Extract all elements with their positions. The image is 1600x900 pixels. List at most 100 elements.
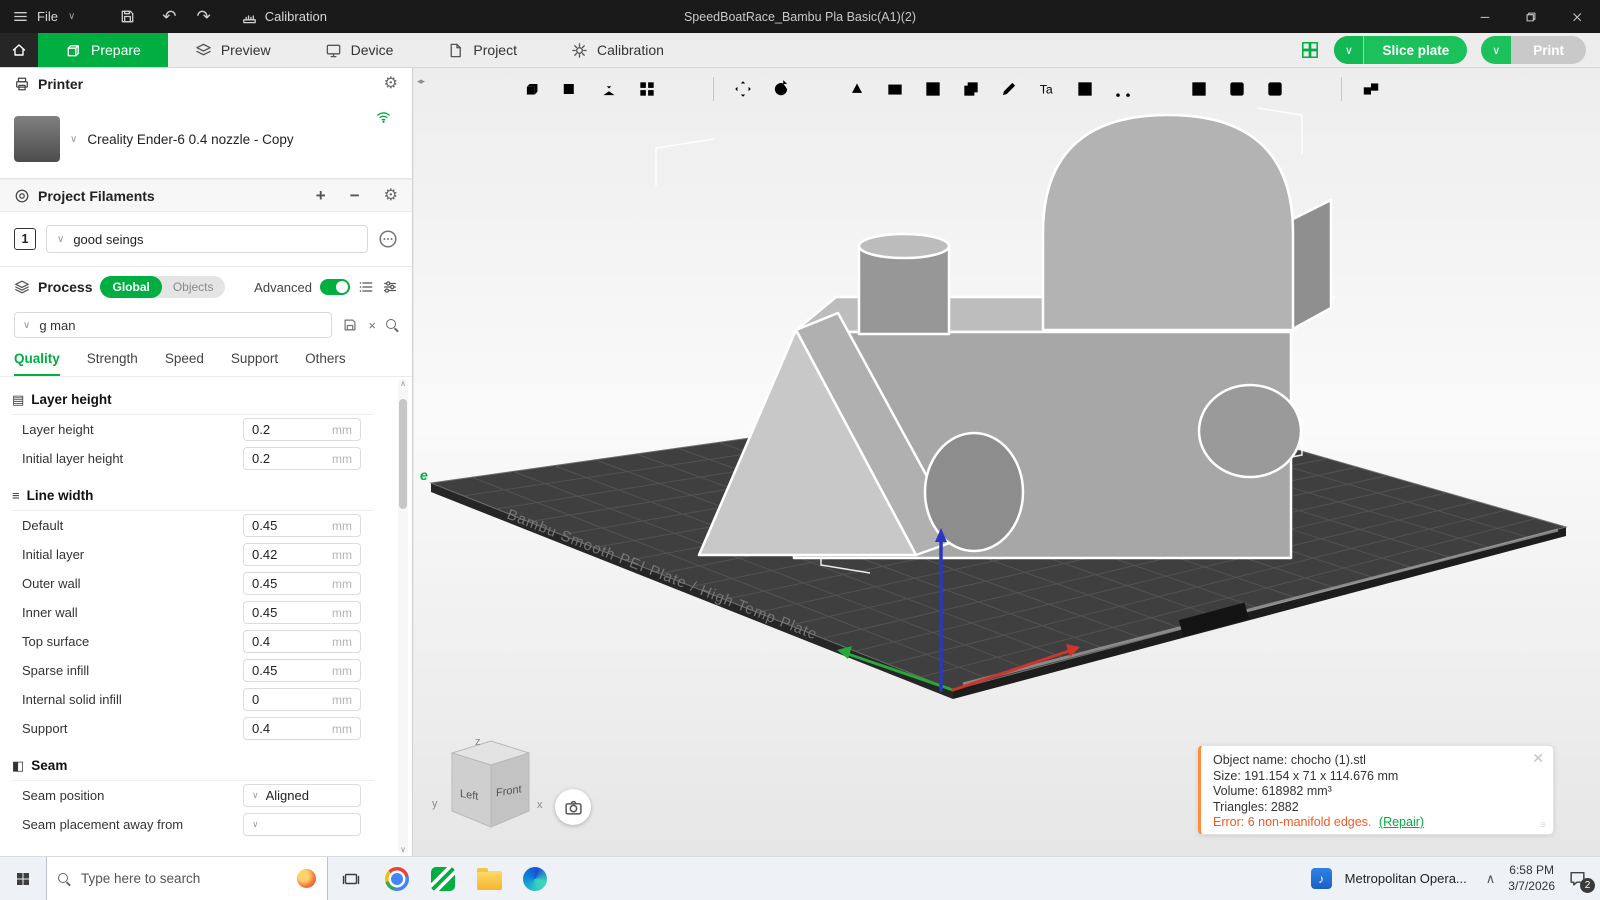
file-menu[interactable]: File	[37, 9, 58, 24]
taskbar-file-explorer[interactable]	[466, 857, 512, 900]
scale-tool-icon[interactable]	[804, 74, 833, 103]
menu-icon[interactable]	[12, 8, 29, 25]
close-button[interactable]	[1554, 0, 1600, 33]
save-preset-icon[interactable]	[342, 317, 358, 333]
rotate-tool-icon[interactable]	[766, 74, 795, 103]
minimize-button[interactable]	[1462, 0, 1508, 33]
3d-scene[interactable]: Bambu Smooth PEI Plate / High Temp Plate…	[414, 68, 1600, 856]
tune-icon[interactable]	[382, 279, 398, 295]
slice-plate-button[interactable]: ∨ Slice plate	[1334, 36, 1467, 64]
setting-input-default[interactable]: 0.45mm	[243, 514, 361, 537]
cut-tool-icon[interactable]	[1108, 74, 1137, 103]
arrange-all-icon[interactable]	[632, 74, 661, 103]
taskbar-bambu-studio[interactable]	[420, 857, 466, 900]
filament-settings-gear-icon[interactable]: ⚙	[384, 188, 398, 204]
taskbar-search-input[interactable]	[79, 870, 288, 887]
tab-project[interactable]: Project	[420, 33, 544, 67]
tab-preview[interactable]: Preview	[168, 33, 298, 67]
scrollbar-thumb[interactable]	[399, 399, 407, 509]
titlebar-calibration-button[interactable]: Calibration	[241, 8, 327, 25]
letter-plate-icon[interactable]: P	[1260, 74, 1289, 103]
search-icon[interactable]	[386, 319, 398, 331]
settings-search-input[interactable]	[37, 317, 323, 334]
setting-input-support[interactable]: 0.4mm	[243, 717, 361, 740]
setting-input-inner-wall[interactable]: 0.45mm	[243, 601, 361, 624]
chimney-top[interactable]	[859, 234, 949, 258]
model-train[interactable]	[699, 115, 1334, 558]
auto-orient-icon[interactable]	[594, 74, 623, 103]
lay-on-face-icon[interactable]	[842, 74, 871, 103]
assembly-view-icon[interactable]	[1356, 74, 1385, 103]
slice-dropdown-icon[interactable]: ∨	[1334, 36, 1364, 64]
search-highlight-icon[interactable]	[297, 869, 316, 888]
tray-expand-icon[interactable]: ∧	[1486, 871, 1496, 887]
print-dropdown-icon[interactable]: ∨	[1481, 36, 1511, 64]
advanced-toggle[interactable]	[320, 279, 350, 295]
filament-select[interactable]: ∨ good seings	[46, 225, 368, 253]
chevron-down-icon[interactable]: ∨	[70, 134, 77, 145]
setting-input-initial-layer[interactable]: 0.42mm	[243, 543, 361, 566]
tab-device[interactable]: Device	[298, 33, 421, 67]
add-model-icon[interactable]	[518, 74, 547, 103]
setting-input-internal-solid-infill[interactable]: 0mm	[243, 688, 361, 711]
setting-input-sparse-infill[interactable]: 0.45mm	[243, 659, 361, 682]
setting-select-seam-position[interactable]: ∨Aligned	[243, 784, 361, 807]
save-project-icon[interactable]	[119, 8, 136, 25]
redo-icon[interactable]: ↷	[197, 8, 211, 25]
arrange-list-icon[interactable]	[670, 74, 699, 103]
setting-select-seam-placement-away-from[interactable]: ∨	[243, 813, 361, 836]
cab-side[interactable]	[1291, 200, 1331, 330]
tray-media-icon[interactable]: ♪	[1311, 868, 1332, 889]
split-objects-icon[interactable]	[880, 74, 909, 103]
number-plate-icon[interactable]: 0	[1222, 74, 1251, 103]
tab-calibration[interactable]: Calibration	[544, 33, 691, 67]
setting-input-initial-layer-height[interactable]: 0.2mm	[243, 447, 361, 470]
home-button[interactable]	[0, 33, 38, 67]
repair-link[interactable]: (Repair)	[1379, 815, 1424, 829]
setting-input-layer-height[interactable]: 0.2mm	[243, 418, 361, 441]
move-tool-icon[interactable]	[728, 74, 757, 103]
sidebar-collapse-handle[interactable]: ◂▸	[417, 76, 424, 87]
setting-input-top-surface[interactable]: 0.4mm	[243, 630, 361, 653]
settings-tab-speed[interactable]: Speed	[165, 343, 204, 376]
setting-input-outer-wall[interactable]: 0.45mm	[243, 572, 361, 595]
scroll-down-icon[interactable]: ∨	[398, 845, 408, 854]
viewport[interactable]: ◂▸ Ta0P Bambu Smooth PEI Plate / High Te…	[414, 68, 1600, 856]
color-paint-icon[interactable]	[994, 74, 1023, 103]
restore-button[interactable]	[1508, 0, 1554, 33]
search-box[interactable]: ∨	[14, 312, 332, 338]
printer-card[interactable]: ∨ Creality Ender-6 0.4 nozzle - Copy	[0, 100, 412, 178]
undo-icon[interactable]: ↶	[162, 8, 176, 25]
scope-toggle[interactable]: Global Objects	[100, 276, 224, 298]
filament-more-icon[interactable]	[378, 229, 398, 249]
seam-paint-icon[interactable]	[1070, 74, 1099, 103]
settings-tab-strength[interactable]: Strength	[87, 343, 138, 376]
taskbar-chrome[interactable]	[374, 857, 420, 900]
printer-settings-gear-icon[interactable]: ⚙	[384, 76, 398, 92]
screenshot-button[interactable]	[555, 789, 591, 825]
settings-tab-support[interactable]: Support	[231, 343, 278, 376]
wheel-rear[interactable]	[1199, 385, 1301, 477]
settings-tab-others[interactable]: Others	[305, 343, 346, 376]
clear-search-icon[interactable]: ×	[368, 319, 376, 332]
taskbar-search[interactable]	[46, 857, 328, 900]
measure-icon[interactable]	[1298, 74, 1327, 103]
taskbar-clock[interactable]: 6:58 PM 3/7/2026	[1508, 863, 1555, 894]
action-center-button[interactable]: 2	[1568, 869, 1588, 889]
cab[interactable]	[1043, 115, 1293, 330]
scope-objects[interactable]: Objects	[162, 280, 225, 294]
remove-filament-button[interactable]: −	[350, 187, 360, 204]
lattice-icon[interactable]	[1184, 74, 1213, 103]
plate-settings-icon[interactable]	[1300, 40, 1320, 60]
print-button[interactable]: ∨ Print	[1481, 36, 1586, 64]
task-view-button[interactable]	[328, 857, 374, 900]
view-list-icon[interactable]	[358, 279, 374, 295]
navigation-cube[interactable]: Left Front z y x	[429, 735, 546, 848]
chevron-down-icon[interactable]: ∨	[23, 320, 30, 331]
add-plate-icon[interactable]	[556, 74, 585, 103]
mesh-edit-icon[interactable]	[1146, 74, 1175, 103]
info-close-icon[interactable]: ✕	[1532, 751, 1544, 765]
filament-index[interactable]: 1	[14, 228, 36, 250]
printer-name[interactable]: Creality Ender-6 0.4 nozzle - Copy	[87, 132, 293, 147]
tab-prepare[interactable]: Prepare	[38, 33, 168, 67]
